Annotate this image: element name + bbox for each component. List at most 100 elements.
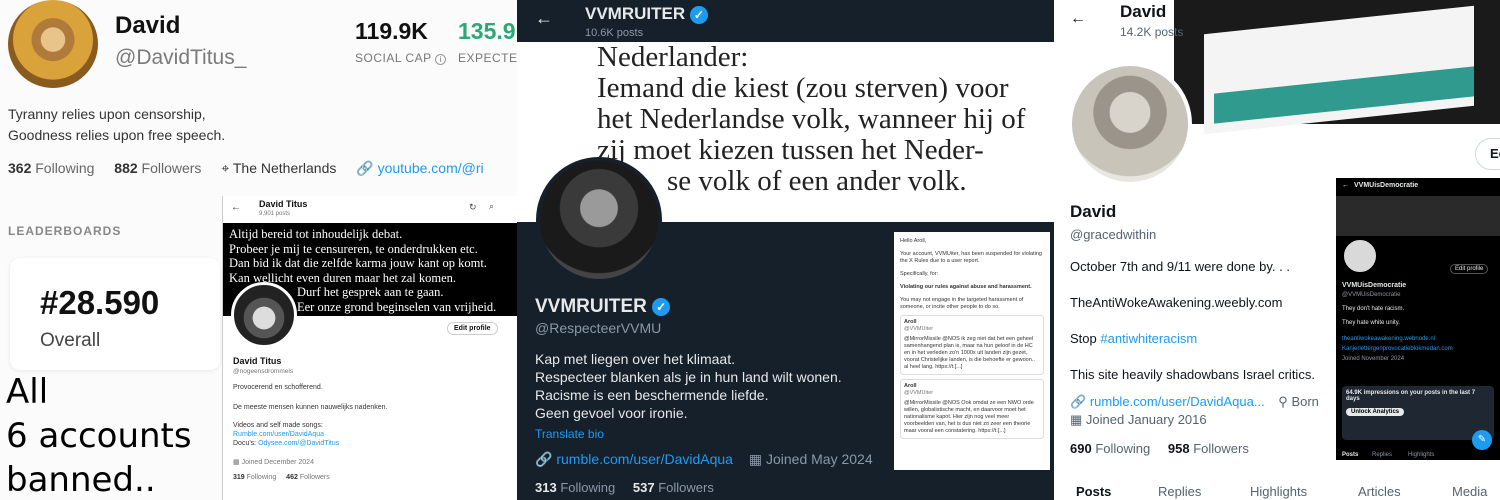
analytics-card: 64.9K impressions on your posts in the l…	[1342, 386, 1494, 440]
tweet-author: Aroll	[904, 383, 917, 389]
banner[interactable]	[1174, 0, 1500, 135]
inset-avatar[interactable]	[231, 282, 297, 348]
tweet-text: @MirrorMissile @NOS Ook omdat ze een NWO…	[904, 400, 1034, 434]
tab-posts[interactable]: Posts	[1342, 452, 1358, 458]
avatar[interactable]	[536, 157, 662, 283]
top-name: David	[1120, 2, 1167, 21]
inset-title: David Titus	[259, 199, 308, 209]
banner-line: Iemand die kiest (zou sterven) voor	[597, 72, 1009, 104]
back-arrow-icon[interactable]: ←	[1070, 10, 1086, 28]
inset-bio: Videos and self made songs:	[233, 422, 323, 429]
avatar[interactable]	[8, 0, 98, 88]
inset-link[interactable]: theantiwokeawakening.webnode.nl	[1342, 336, 1435, 342]
profile-link[interactable]: rumble.com/user/DavidAqua...	[1090, 394, 1265, 409]
notice-text: Your account, VVMUiter, has been suspend…	[900, 251, 1042, 264]
link-icon: 🔗	[1070, 394, 1087, 409]
banner-line: se volk of een ander volk.	[667, 165, 967, 197]
bio-line: Geen gevoel voor ironie.	[535, 405, 688, 421]
impressions-text: 64.9K impressions on your posts in the l…	[1346, 390, 1476, 402]
inset-bio: They don't hate racism.	[1342, 306, 1405, 312]
hashtag-link[interactable]: #antiwhiteracism	[1100, 331, 1197, 346]
tab-highlights[interactable]: Highlights	[1250, 484, 1307, 499]
bio-line: This site heavily shadowbans Israel crit…	[1070, 367, 1315, 382]
followers-link[interactable]: 958 Followers	[1168, 441, 1249, 456]
inset-handle: @VVMUisDemocratie	[1342, 292, 1401, 298]
inset-bio: They hate white unity.	[1342, 320, 1400, 326]
notice-text: Violating our rules against abuse and ha…	[900, 284, 1032, 290]
translate-bio-link[interactable]: Translate bio	[535, 427, 604, 441]
inset-handle: @nogeensdrommels	[233, 368, 294, 375]
tweet-handle: @VVMUiter	[904, 326, 934, 332]
bio: Kap met liegen over het klimaat. Respect…	[535, 350, 895, 422]
calendar-icon: ▦	[748, 451, 763, 467]
tab-posts[interactable]: Posts	[1076, 484, 1111, 499]
followers-link[interactable]: 537 Followers	[633, 480, 714, 495]
inset-name: VVMUisDemocratie	[1342, 282, 1407, 289]
bio-line: Racisme is een beschermende liefde.	[535, 387, 769, 403]
avatar[interactable]	[1068, 62, 1192, 186]
edit-profile-button[interactable]: Edit profile	[447, 322, 498, 335]
inset-screenshot-david-titus: ← David Titus 9,901 posts ↻ ⌕ Altijd ber…	[222, 196, 517, 500]
banner-line: het Nederlandse volk, wanneer hij of	[597, 103, 1026, 135]
profile-handle: @RespecteerVVMU	[535, 320, 662, 336]
inset-link[interactable]: Rumble.com/user/DavidAqua	[233, 431, 324, 438]
overlay-text-line: 6 accounts	[6, 416, 192, 456]
profile-name: VVMRUITER	[535, 296, 647, 317]
stat-social-cap: 119.9K SOCIAL CAP i	[355, 18, 447, 65]
profile-link[interactable]: rumble.com/user/DavidAqua	[556, 451, 733, 467]
bio-link[interactable]: TheAntiWokeAwakening.weebly.com	[1070, 295, 1282, 310]
verified-badge-icon: ✓	[689, 5, 708, 24]
bio-text: Stop	[1070, 331, 1097, 346]
followers-link[interactable]: 882 Followers	[114, 160, 201, 176]
notice-text: You may not engage in the targeted haras…	[900, 297, 1024, 310]
inset-following-count[interactable]: 319	[233, 474, 245, 481]
profile-name: David	[1070, 202, 1117, 221]
tab-replies[interactable]: Replies	[1372, 452, 1392, 458]
tab-media[interactable]: Media	[1452, 484, 1487, 499]
stat-value: 135.9	[458, 18, 516, 44]
edit-profile-button[interactable]: Ec	[1475, 138, 1500, 170]
back-arrow-icon[interactable]: ←	[1342, 182, 1349, 189]
banner-line: Nederlander:	[597, 41, 749, 73]
inset-followers-count[interactable]: 462	[286, 474, 298, 481]
following-link[interactable]: 362 Following	[8, 160, 94, 176]
inset-link[interactable]: Kanjerlettergenprovocatieblokmedan.com	[1342, 346, 1453, 352]
birthday-icon: ⚲	[1278, 394, 1288, 409]
search-icon[interactable]: ⌕	[489, 201, 494, 212]
profile-link[interactable]: youtube.com/@ri	[378, 160, 484, 176]
inset-posts: 9,901 posts	[259, 211, 291, 217]
reported-tweet: Aroll @VVMUiter @MirrorMissile @NOS Ook …	[900, 379, 1044, 439]
notice-greeting: Hello Aroll,	[900, 238, 927, 244]
tab-replies[interactable]: Replies	[1158, 484, 1201, 499]
stat-value: 119.9K	[355, 18, 428, 44]
refresh-icon[interactable]: ↻	[469, 202, 477, 213]
profile-panel-david: David @DavidTitus_ 119.9K SOCIAL CAP i 1…	[0, 0, 517, 500]
tweet-author: Aroll	[904, 319, 917, 325]
stat-label: SOCIAL CAP	[355, 51, 432, 65]
inset-avatar[interactable]	[1342, 238, 1378, 274]
overlay-text-line: All	[6, 372, 49, 412]
following-link[interactable]: 690 Following	[1070, 441, 1150, 456]
bio-line: October 7th and 9/11 were done by. . .	[1070, 259, 1290, 274]
bio-line: Kap met liegen over het klimaat.	[535, 351, 735, 367]
following-link[interactable]: 313 Following	[535, 480, 615, 495]
back-arrow-icon[interactable]: ←	[231, 202, 241, 213]
link-icon: 🔗	[535, 451, 553, 467]
compose-icon[interactable]: ✎	[1472, 430, 1492, 450]
verified-badge-icon: ✓	[652, 297, 671, 316]
info-icon[interactable]: i	[435, 54, 447, 65]
inset-bio: Provocerend en schofferend.	[233, 384, 323, 391]
top-posts: 14.2K posts	[1120, 25, 1184, 39]
tab-articles[interactable]: Articles	[1358, 484, 1401, 499]
stat-label: EXPECTED	[458, 51, 517, 65]
back-arrow-icon[interactable]: ←	[535, 8, 553, 29]
inset-docu-label: Docu's:	[233, 440, 257, 447]
unlock-analytics-button[interactable]: Unlock Analytics	[1346, 408, 1405, 416]
inset-link[interactable]: Odysee.com/@DavidTitus	[258, 440, 339, 447]
inset-screenshot-vvmuisdemocratie: ← VVMUisDemocratie Edit profile VVMUisDe…	[1336, 178, 1500, 460]
bio-line: Goodness relies upon free speech.	[8, 127, 226, 143]
edit-profile-button[interactable]: Edit profile	[1450, 264, 1489, 274]
tab-highlights[interactable]: Highlights	[1408, 452, 1434, 458]
rank-card[interactable]: #28.590 Overall	[10, 258, 220, 370]
bio-line: Tyranny relies upon censorship,	[8, 106, 206, 122]
